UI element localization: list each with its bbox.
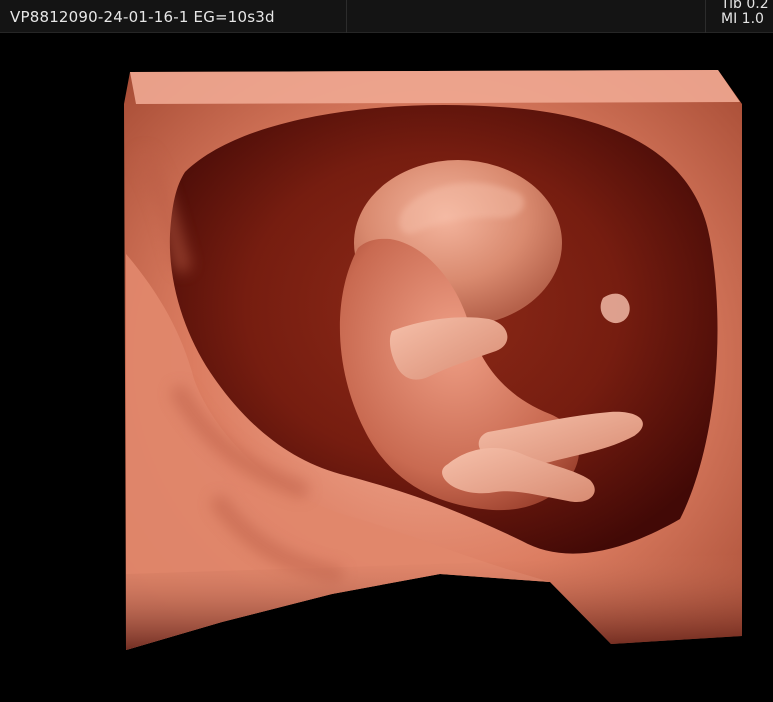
render-volume-top-edge: [130, 70, 740, 104]
mi-readout: MI 1.0: [721, 11, 764, 27]
header-divider: [346, 0, 347, 33]
volume-render-viewport[interactable]: [0, 34, 773, 702]
ultrasound-3d-viewer: VP8812090-24-01-16-1 EG=10s3d Tib 0.2 MI…: [0, 0, 773, 702]
header-divider-right: [705, 0, 706, 33]
patient-exam-id: VP8812090-24-01-16-1 EG=10s3d: [10, 8, 275, 26]
top-info-bar: VP8812090-24-01-16-1 EG=10s3d Tib 0.2 MI…: [0, 0, 773, 33]
